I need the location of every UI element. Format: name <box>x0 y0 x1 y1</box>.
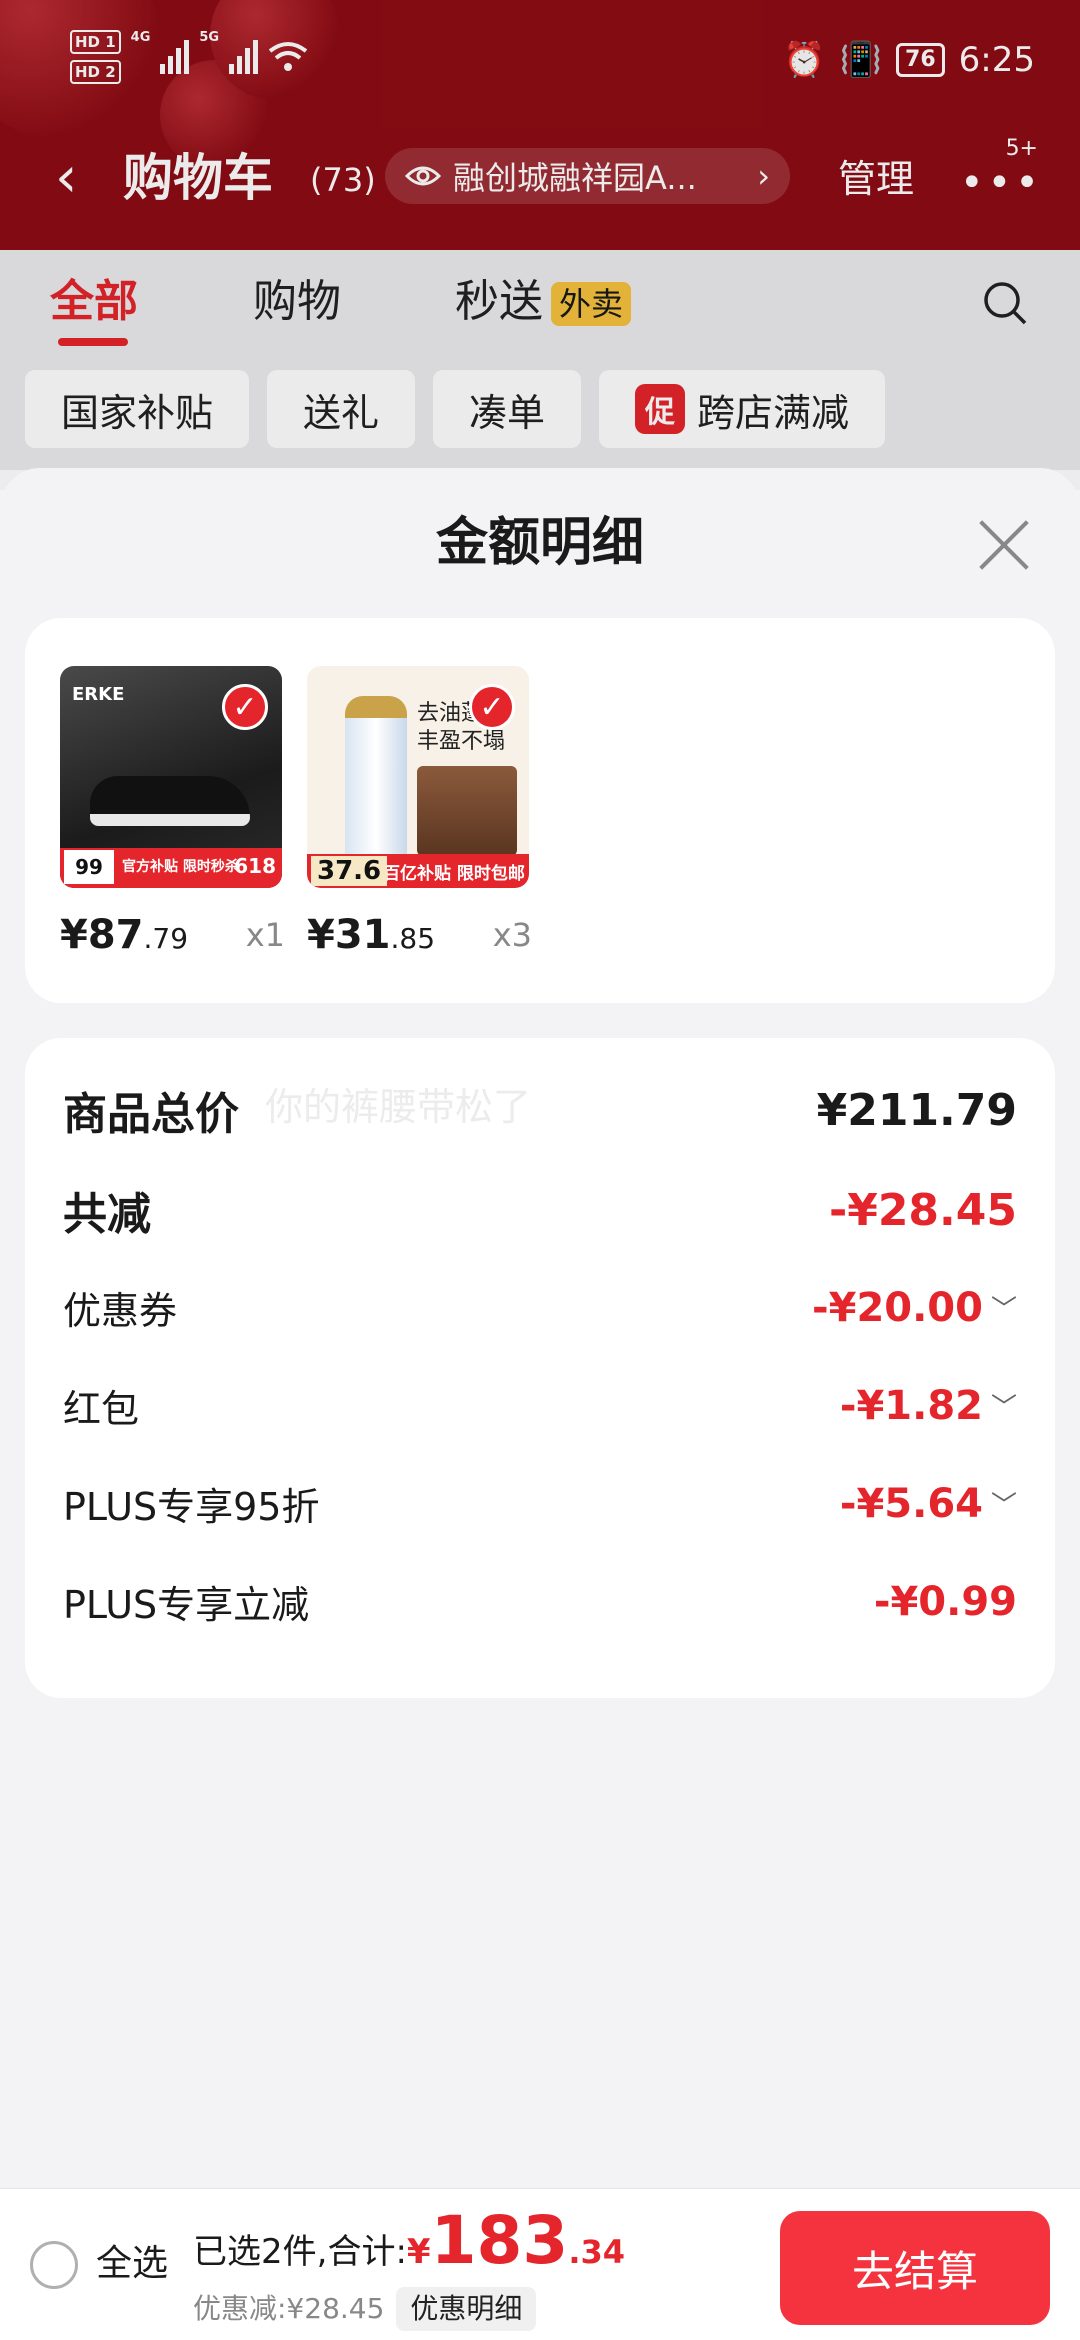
coupon-label: 优惠券 <box>63 1289 178 1333</box>
checkout-button[interactable]: 去结算 <box>780 2211 1050 2325</box>
plusoff-label: PLUS专享立减 <box>63 1583 310 1627</box>
product-price: ¥31.85 <box>307 912 435 958</box>
row-redpack[interactable]: 红包 -¥1.82 ﹀ <box>63 1378 1017 1433</box>
banner-tag: 618 <box>234 854 276 878</box>
plus95-value: -¥5.64 <box>839 1480 983 1527</box>
chevron-down-icon[interactable]: ﹀ <box>991 1289 1017 1326</box>
shoe-illustration <box>90 776 250 826</box>
products-card: ERKE 99 官方补贴 限时秒杀 618 ✓ ¥87.79 x1 去油蓬松 丰盈… <box>25 618 1055 1003</box>
plus95-label: PLUS专享95折 <box>63 1485 320 1529</box>
redpack-value-wrap: -¥1.82 ﹀ <box>840 1383 1017 1429</box>
plusoff-value: -¥0.99 <box>873 1578 1017 1625</box>
price-int: ¥87 <box>60 912 144 958</box>
product-qty: x1 <box>245 916 285 954</box>
price-detail-sheet: 金额明细 ERKE 99 官方补贴 限时秒杀 618 ✓ ¥87.79 x1 去… <box>0 468 1080 2188</box>
row-plus-off: PLUS专享立减 -¥0.99 <box>63 1574 1017 1629</box>
checked-icon: ✓ <box>222 684 268 730</box>
row-plus-95[interactable]: PLUS专享95折 -¥5.64 ﹀ <box>63 1476 1017 1531</box>
row-total: 商品总价 ¥211.79 <box>63 1078 1017 1142</box>
price-int: ¥31 <box>307 912 391 958</box>
coupon-value: -¥20.00 <box>812 1284 983 1331</box>
chevron-down-icon[interactable]: ﹀ <box>991 1485 1017 1522</box>
checkout-bar: 全选 已选2件,合计:¥183.34 优惠减:¥28.45 优惠明细 去结算 <box>0 2188 1080 2340</box>
price-dec: .85 <box>390 922 436 955</box>
discount-line: 优惠减:¥28.45 优惠明细 <box>193 2287 537 2331</box>
select-all-radio[interactable] <box>30 2241 78 2289</box>
total-amount-dec: .34 <box>568 2233 626 2271</box>
product-image: ERKE 99 官方补贴 限时秒杀 618 ✓ <box>60 666 282 888</box>
total-currency: ¥ <box>406 2232 431 2272</box>
promo-detail-button[interactable]: 优惠明细 <box>396 2287 537 2331</box>
plus95-value-wrap: -¥5.64 ﹀ <box>840 1481 1017 1527</box>
product-item[interactable]: ERKE 99 官方补贴 限时秒杀 618 ✓ ¥87.79 x1 <box>60 666 285 958</box>
product-image: 去油蓬松 丰盈不塌 百亿补贴 限时包邮 37.6 ✓ <box>307 666 529 888</box>
select-all-label[interactable]: 全选 <box>96 2239 168 2289</box>
badge-price: 37.6 <box>311 856 388 886</box>
chevron-down-icon[interactable]: ﹀ <box>991 1387 1017 1424</box>
total-summary: 已选2件,合计:¥183.34 <box>193 2208 626 2282</box>
bottle-illustration <box>345 696 407 876</box>
close-icon[interactable] <box>975 516 1033 574</box>
product-price: ¥87.79 <box>60 912 188 958</box>
summary-prefix: 已选2件,合计: <box>193 2232 407 2272</box>
brand-logo: ERKE <box>72 684 125 705</box>
price-breakdown-card: 你的裤腰带松了 商品总价 ¥211.79 共减 -¥28.45 优惠券 -¥20… <box>25 1038 1055 1698</box>
redpack-label: 红包 <box>63 1387 140 1431</box>
checked-icon: ✓ <box>469 684 515 730</box>
redpack-value: -¥1.82 <box>839 1382 983 1429</box>
promo-banner: 99 官方补贴 限时秒杀 618 <box>60 848 282 888</box>
product-item[interactable]: 去油蓬松 丰盈不塌 百亿补贴 限时包邮 37.6 ✓ ¥31.85 x3 <box>307 666 532 958</box>
total-label: 商品总价 <box>63 1089 239 1140</box>
coupon-value-wrap: -¥20.00 ﹀ <box>812 1285 1017 1331</box>
hair-illustration <box>417 766 517 856</box>
sheet-title: 金额明细 <box>435 513 644 573</box>
banner-text: 官方补贴 限时秒杀 <box>122 859 239 875</box>
total-amount-int: 183 <box>430 2202 569 2279</box>
row-coupon[interactable]: 优惠券 -¥20.00 ﹀ <box>63 1280 1017 1335</box>
dim-overlay[interactable] <box>0 0 1080 470</box>
discount-text: 优惠减:¥28.45 <box>193 2292 385 2325</box>
product-qty: x3 <box>492 916 532 954</box>
banner-text: 百亿补贴 限时包邮 <box>383 864 525 884</box>
total-value: ¥211.79 <box>816 1084 1017 1136</box>
price-dec: .79 <box>143 922 189 955</box>
saved-label: 共减 <box>63 1189 151 1240</box>
badge-price: 99 <box>64 850 114 884</box>
saved-value: -¥28.45 <box>828 1184 1017 1236</box>
row-saved: 共减 -¥28.45 <box>63 1178 1017 1242</box>
headline-line: 丰盈不塌 <box>417 729 506 754</box>
